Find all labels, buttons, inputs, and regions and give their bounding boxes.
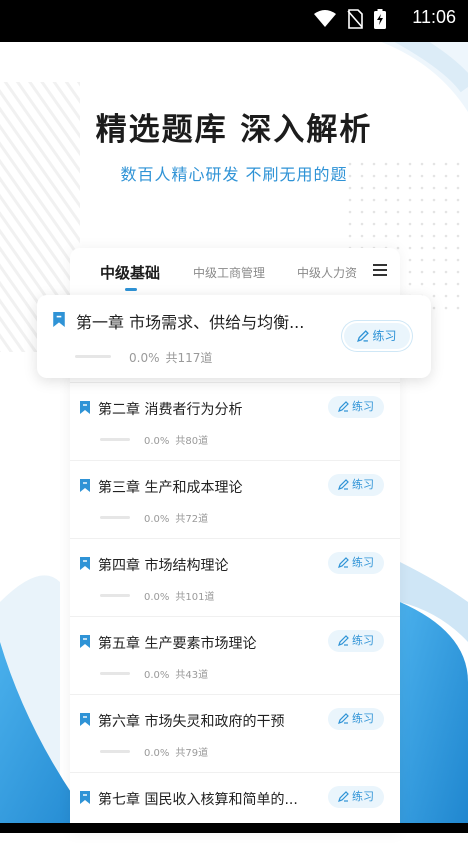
pencil-icon [338,479,349,490]
pencil-icon [338,635,349,646]
practice-button[interactable]: 练习 [328,630,384,652]
question-count: 共72道 [175,514,209,525]
status-time: 11:06 [412,7,456,27]
bookmark-icon [80,791,90,804]
pencil-icon [357,330,370,342]
chapter-card-highlighted[interactable]: 第一章 市场需求、供给与均衡... 练习 0.0% 共117道 [37,295,431,378]
bottom-bar [0,823,468,833]
practice-label: 练习 [352,478,374,491]
progress-bar [100,750,130,753]
practice-button[interactable]: 练习 [328,552,384,574]
pencil-icon [338,401,349,412]
progress-bar [75,355,111,358]
status-icons [308,8,386,29]
pencil-icon [338,713,349,724]
practice-label: 练习 [352,712,374,725]
practice-button[interactable]: 练习 [328,786,384,808]
question-count: 共79道 [175,748,209,759]
tab-bar: 中级基础 中级工商管理 中级人力资 [70,248,400,296]
tab-active-indicator [125,288,137,291]
menu-icon[interactable] [373,264,387,276]
practice-label: 练习 [372,329,397,343]
practice-button[interactable]: 练习 [328,474,384,496]
page-subtitle: 数百人精心研发 不刷无用的题 [120,165,348,184]
progress-percent: 0.0% [144,592,170,603]
status-bar: 11:06 [0,0,468,42]
chapter-title: 第六章 市场失灵和政府的干预 [98,714,285,730]
bookmark-icon [80,713,90,726]
chapter-meta: 0.0% 共72道 [144,510,214,525]
chapter-row[interactable]: 第三章 生产和成本理论 练习 0.0% 共72道 [70,460,400,539]
practice-label: 练习 [352,400,374,413]
bookmark-icon [80,557,90,570]
practice-button[interactable]: 练习 [328,708,384,730]
chapter-title: 第五章 生产要素市场理论 [98,636,257,652]
chapter-meta: 0.0% 共43道 [144,666,214,681]
practice-button[interactable]: 练习 [344,323,410,349]
bookmark-icon [80,401,90,414]
progress-percent: 0.0% [129,351,160,365]
progress-bar [100,438,130,441]
chapter-row[interactable]: 第六章 市场失灵和政府的干预 练习 0.0% 共79道 [70,694,400,773]
chapter-row[interactable]: 第二章 消费者行为分析 练习 0.0% 共80道 [70,382,400,461]
chapter-meta: 0.0% 共117道 [129,349,218,366]
pencil-icon [338,791,349,802]
page-title: 精选题库 深入解析 [95,112,373,148]
practice-button[interactable]: 练习 [328,396,384,418]
chapter-title: 第二章 消费者行为分析 [98,402,243,418]
chapter-meta: 0.0% 共80道 [144,432,214,447]
progress-percent: 0.0% [144,436,170,447]
bookmark-icon [80,635,90,648]
chapter-meta: 0.0% 共79道 [144,744,214,759]
question-count: 共117道 [165,351,213,365]
tab-intermediate-business-admin[interactable]: 中级工商管理 [193,264,265,281]
bookmark-icon [53,312,65,327]
chapter-row[interactable]: 第七章 国民收入核算和简单的... 练习 [70,772,400,851]
question-count: 共101道 [175,592,215,603]
chapter-title: 第三章 生产和成本理论 [98,480,243,496]
chapter-meta: 0.0% 共101道 [144,588,221,603]
question-count: 共80道 [175,436,209,447]
chapter-row[interactable]: 第五章 生产要素市场理论 练习 0.0% 共43道 [70,616,400,695]
question-count: 共43道 [175,670,209,681]
chapter-title: 第一章 市场需求、供给与均衡... [76,313,305,332]
chapter-title: 第七章 国民收入核算和简单的... [98,792,298,808]
bookmark-icon [80,479,90,492]
wifi-icon [313,9,336,27]
progress-percent: 0.0% [144,670,170,681]
chapter-row[interactable]: 第四章 市场结构理论 练习 0.0% 共101道 [70,538,400,617]
battery-charging-icon [374,8,386,29]
no-sim-icon [347,8,363,29]
chapter-title: 第四章 市场结构理论 [98,558,229,574]
pencil-icon [338,557,349,568]
progress-percent: 0.0% [144,748,170,759]
progress-bar [100,594,130,597]
practice-label: 练习 [352,634,374,647]
progress-bar [100,516,130,519]
progress-percent: 0.0% [144,514,170,525]
progress-bar [100,672,130,675]
practice-label: 练习 [352,790,374,803]
practice-label: 练习 [352,556,374,569]
tab-intermediate-human-resources[interactable]: 中级人力资 [297,264,357,281]
tab-intermediate-basics[interactable]: 中级基础 [100,262,160,283]
